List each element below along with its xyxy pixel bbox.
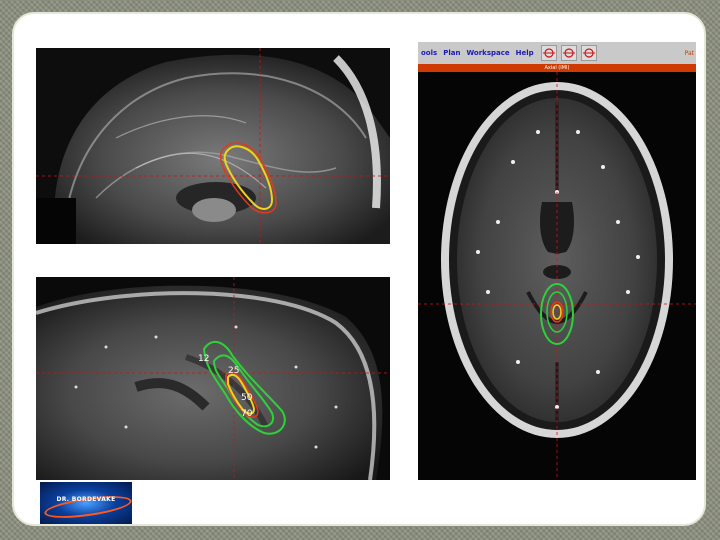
axial-image [418, 72, 696, 480]
isodose-label-12: 12 [198, 354, 209, 364]
isocenter-tool-button-1[interactable] [540, 45, 557, 61]
isodose-label-25: 25 [228, 366, 239, 376]
isocenter-tool-button-2[interactable] [560, 45, 577, 61]
isodose-label-50: 50 [241, 393, 253, 403]
isocenter-tool-button-3[interactable] [580, 45, 597, 61]
view-label: Axial (IMI) [418, 64, 696, 72]
sagittal-image-top [36, 48, 390, 244]
isodose-label-70: 70 [241, 409, 253, 419]
axial-view[interactable]: ools Plan Workspace Help Pat Axial (IMI) [418, 42, 696, 480]
target-icon [562, 48, 575, 58]
sagittal-image-bottom: 12 25 50 70 [36, 277, 390, 480]
dr-logo: DR. BORDEVAKE [40, 482, 132, 524]
menu-tools[interactable]: ools [418, 42, 440, 64]
patient-tag: Pat [684, 49, 694, 57]
logo-caption: DR. BORDEVAKE [56, 496, 116, 503]
sagittal-view-top[interactable] [36, 48, 390, 244]
target-icon [542, 48, 555, 58]
sagittal-view-bottom[interactable]: 12 25 50 70 [36, 277, 390, 480]
slide-frame: 12 25 50 70 ools Plan Workspace Help Pat… [12, 12, 706, 526]
menu-help[interactable]: Help [513, 42, 537, 64]
planning-toolbar: ools Plan Workspace Help Pat [418, 42, 696, 65]
target-icon [582, 48, 595, 58]
menu-plan[interactable]: Plan [440, 42, 463, 64]
menu-workspace[interactable]: Workspace [463, 42, 512, 64]
